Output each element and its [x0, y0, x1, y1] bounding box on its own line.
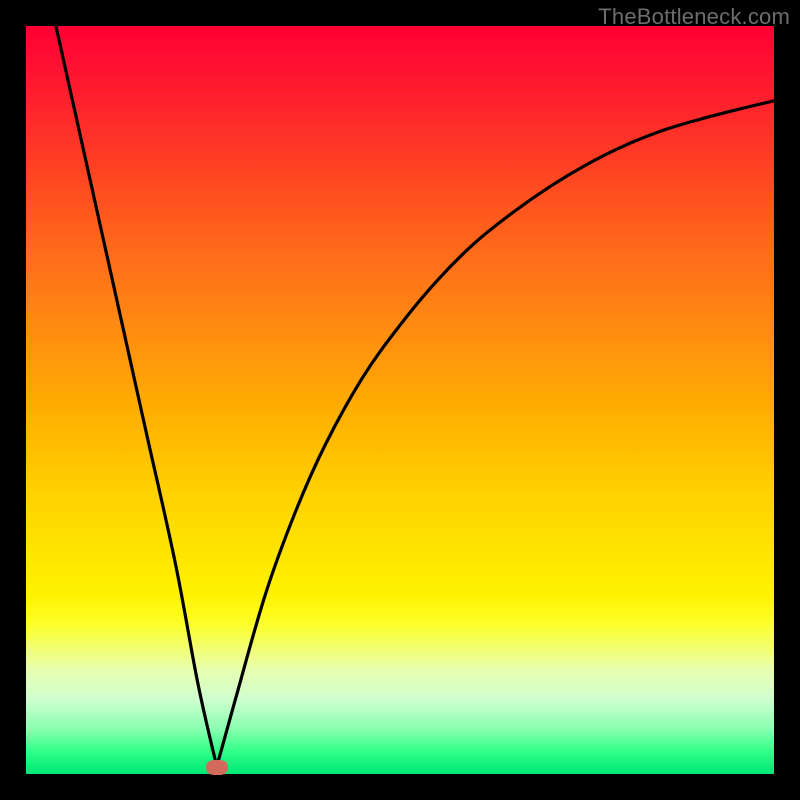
- bottleneck-curve: [26, 26, 774, 774]
- optimal-point-marker: [206, 760, 228, 775]
- watermark-text: TheBottleneck.com: [598, 4, 790, 30]
- chart-frame: TheBottleneck.com: [0, 0, 800, 800]
